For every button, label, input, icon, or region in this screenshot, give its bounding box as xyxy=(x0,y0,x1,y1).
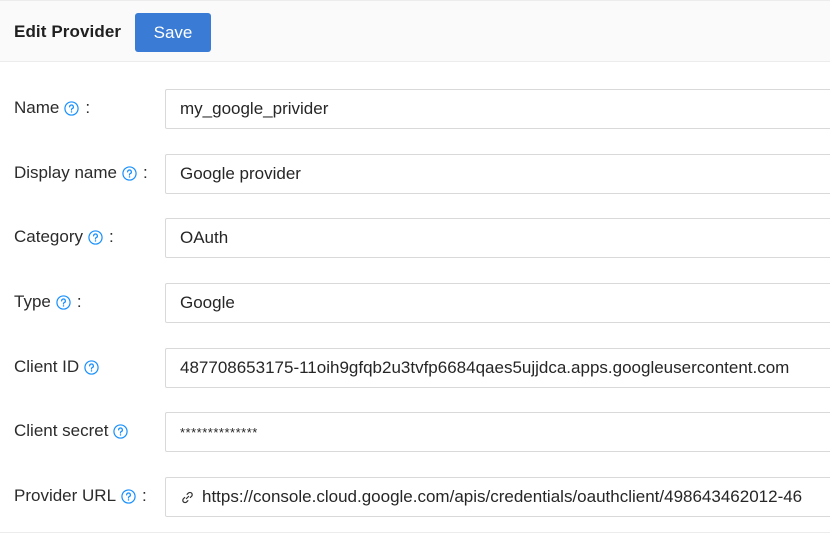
provider-url-label: Provider URL : xyxy=(14,486,147,506)
type-input[interactable] xyxy=(180,293,830,313)
form-row-type: Type : xyxy=(0,283,830,323)
client-id-input[interactable] xyxy=(180,358,830,378)
display-name-field-box xyxy=(165,154,830,194)
client-id-field-box xyxy=(165,348,830,388)
help-circle-icon[interactable] xyxy=(113,423,129,439)
client-secret-field-box xyxy=(165,412,830,452)
form-row-category: Category : xyxy=(0,218,830,258)
name-label-text: Name xyxy=(14,98,60,117)
page-header: Edit Provider Save xyxy=(0,0,830,62)
category-field-box xyxy=(165,218,830,258)
display-name-label: Display name : xyxy=(14,163,148,183)
help-circle-icon[interactable] xyxy=(84,359,99,375)
name-colon: : xyxy=(85,98,91,117)
display-name-label-text: Display name xyxy=(14,163,117,182)
client-secret-label-text: Client secret xyxy=(14,421,109,440)
form-row-name: Name : xyxy=(0,89,830,129)
client-id-label: Client ID xyxy=(14,357,99,377)
client-secret-label: Client secret xyxy=(14,421,129,441)
type-label-text: Type xyxy=(14,292,51,311)
provider-url-label-text: Provider URL xyxy=(14,486,117,505)
category-input[interactable] xyxy=(180,228,830,248)
provider-url-field-box xyxy=(165,477,830,517)
form-row-client-secret: Client secret xyxy=(0,412,830,452)
category-colon: : xyxy=(108,227,114,246)
help-circle-icon[interactable] xyxy=(56,294,71,310)
client-secret-input[interactable] xyxy=(180,424,830,440)
help-circle-icon[interactable] xyxy=(121,488,136,504)
display-name-colon: : xyxy=(143,163,148,182)
provider-url-colon: : xyxy=(142,486,147,505)
form-row-display-name: Display name : xyxy=(0,154,830,194)
form-row-provider-url: Provider URL : xyxy=(0,477,830,517)
provider-url-input[interactable] xyxy=(202,487,830,507)
save-button[interactable]: Save xyxy=(135,13,211,52)
help-circle-icon[interactable] xyxy=(122,165,137,181)
category-label-text: Category xyxy=(14,227,83,246)
page-title: Edit Provider xyxy=(14,22,122,41)
name-label: Name : xyxy=(14,98,90,118)
name-input[interactable] xyxy=(180,99,830,119)
help-circle-icon[interactable] xyxy=(64,100,80,116)
help-circle-icon[interactable] xyxy=(88,229,103,245)
client-id-label-text: Client ID xyxy=(14,357,80,376)
link-icon xyxy=(182,491,193,503)
display-name-input[interactable] xyxy=(180,164,830,184)
category-label: Category : xyxy=(14,227,114,247)
form-row-client-id: Client ID xyxy=(0,348,830,388)
type-colon: : xyxy=(76,292,82,311)
type-field-box xyxy=(165,283,830,323)
type-label: Type : xyxy=(14,292,82,312)
divider xyxy=(0,532,830,533)
name-field-box xyxy=(165,89,830,129)
